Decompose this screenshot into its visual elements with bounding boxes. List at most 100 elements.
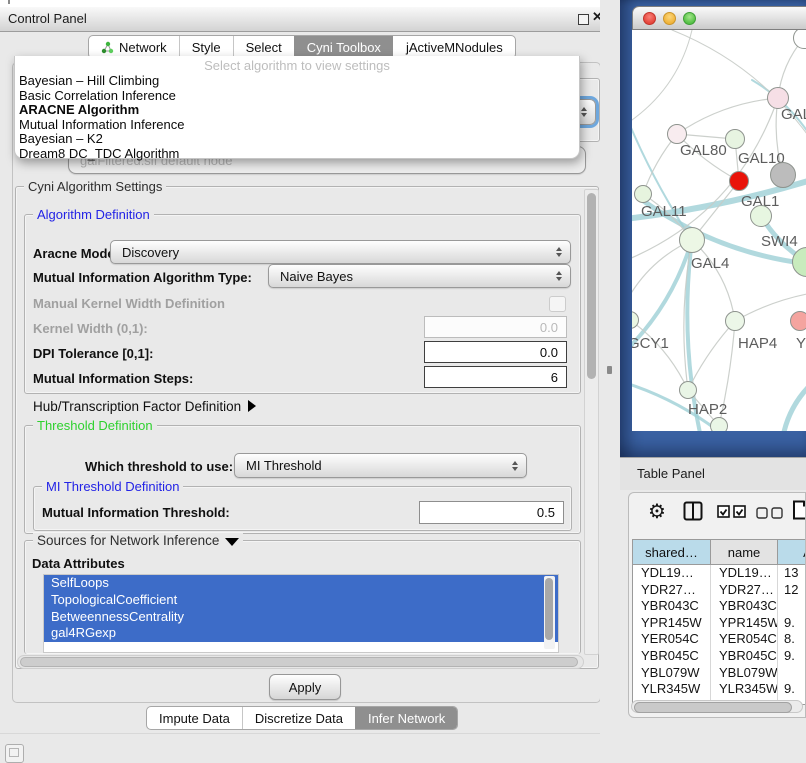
settings-horizontal-scrollbar[interactable] <box>17 655 584 669</box>
attributes-scrollbar[interactable] <box>544 576 555 649</box>
attribute-item[interactable]: BetweennessCentrality <box>44 609 558 626</box>
table-cell[interactable]: YPR145W <box>711 615 778 632</box>
sources-legend[interactable]: Sources for Network Inference <box>33 533 243 548</box>
table-cell[interactable]: YLR345W <box>633 681 711 698</box>
node-table[interactable]: shared…nameAYDL19…YDL19…13YDR27…YDR27…12… <box>632 539 806 705</box>
mi-type-combobox[interactable]: Naive Bayes <box>268 264 571 288</box>
splitter-handle[interactable] <box>607 366 612 374</box>
table-cell[interactable]: YBL079W <box>711 665 778 682</box>
table-cell[interactable]: YBL079W <box>633 665 711 682</box>
table-cell[interactable] <box>778 665 806 682</box>
zoom-traffic-light-icon[interactable] <box>683 12 696 25</box>
network-node-y[interactable] <box>790 311 806 331</box>
window-top-strip <box>0 0 620 7</box>
table-cell[interactable]: YBR045C <box>711 648 778 665</box>
table-cell[interactable]: 9. <box>778 648 806 665</box>
aracne-mode-combobox[interactable]: Discovery <box>110 240 571 264</box>
dpi-tolerance-field[interactable]: 0.0 <box>424 341 567 363</box>
node-label: SWI4 <box>761 233 798 250</box>
table-cell[interactable]: YLR345W <box>711 681 778 698</box>
network-node-gal80[interactable] <box>667 124 687 144</box>
mi-type-label: Mutual Information Algorithm Type: <box>33 270 252 285</box>
table-cell[interactable]: 8. <box>778 631 806 648</box>
table-cell[interactable]: YDL19… <box>711 565 778 582</box>
table-cell[interactable]: YER054C <box>711 631 778 648</box>
network-canvas[interactable]: GALGAL80GAL10GAL1GAL11SWI4GAL4GCY1HAP4YH… <box>632 30 806 431</box>
column-header-A[interactable]: A <box>778 540 806 565</box>
network-node-swi4[interactable] <box>750 205 772 227</box>
data-attributes-list: SelfLoopsTopologicalCoefficientBetweenne… <box>43 574 559 653</box>
network-node-gal4[interactable] <box>679 227 705 253</box>
table-cell[interactable]: YBR045C <box>633 648 711 665</box>
table-cell[interactable]: YDL19… <box>633 565 711 582</box>
screen: { "control_panel": { "title": "Control P… <box>0 0 806 762</box>
attribute-item[interactable]: TopologicalCoefficient <box>44 592 558 609</box>
checked-boxes-icon[interactable] <box>717 505 747 523</box>
attributes-scroll-thumb[interactable] <box>545 578 553 640</box>
settings-hscroll-thumb[interactable] <box>20 657 578 667</box>
close-traffic-light-icon[interactable] <box>643 12 656 25</box>
hub-definition-label: Hub/Transcription Factor Definition <box>33 399 241 414</box>
table-cell[interactable]: YBR043C <box>711 598 778 615</box>
network-node[interactable] <box>770 162 796 188</box>
kernel-width-label: Kernel Width (0,1): <box>33 321 148 336</box>
dropdown-item[interactable]: Bayesian – K2 <box>15 132 579 147</box>
table-cell[interactable] <box>778 598 806 615</box>
dpi-tolerance-label: DPI Tolerance [0,1]: <box>33 346 153 361</box>
tab-select[interactable]: Select <box>233 36 294 58</box>
gear-icon[interactable]: ⚙ <box>648 499 666 524</box>
table-cell[interactable]: YBR043C <box>633 598 711 615</box>
table-horizontal-scrollbar[interactable] <box>631 700 803 713</box>
table-cell[interactable]: 9. <box>778 615 806 632</box>
dropdown-item[interactable]: ARACNE Algorithm <box>15 103 579 118</box>
tab-discretize-data[interactable]: Discretize Data <box>242 707 355 729</box>
collapsed-panel-icon[interactable] <box>5 744 24 763</box>
sources-legend-text: Sources for Network Inference <box>37 533 219 548</box>
column-header-name[interactable]: name <box>711 540 778 565</box>
dropdown-item[interactable]: Bayesian – Hill Climbing <box>15 74 579 89</box>
network-node-gal11[interactable] <box>634 185 652 203</box>
table-cell[interactable]: 13 <box>778 565 806 582</box>
mi-steps-field[interactable]: 6 <box>424 366 567 388</box>
attribute-item[interactable]: gal4RGexp <box>44 625 558 642</box>
tab-style[interactable]: Style <box>179 36 233 58</box>
mi-threshold-field[interactable]: 0.5 <box>419 501 564 524</box>
document-icon[interactable] <box>792 500 806 525</box>
float-window-icon[interactable] <box>578 14 589 25</box>
split-columns-icon[interactable] <box>683 501 703 526</box>
column-header-shared[interactable]: shared… <box>633 540 711 565</box>
node-label: GCY1 <box>632 335 669 352</box>
table-cell[interactable]: YER054C <box>633 631 711 648</box>
table-cell[interactable]: YPR145W <box>633 615 711 632</box>
table-cell[interactable]: 12 <box>778 582 806 599</box>
which-threshold-combobox[interactable]: MI Threshold <box>234 453 527 478</box>
unchecked-boxes-icon[interactable] <box>756 506 784 524</box>
tab-infer-network[interactable]: Infer Network <box>355 707 457 729</box>
network-node-gal1[interactable] <box>729 171 749 191</box>
network-window-titlebar[interactable] <box>632 6 806 30</box>
dropdown-item[interactable]: Mutual Information Inference <box>15 118 579 133</box>
tab-jactivemnodules[interactable]: jActiveMNodules <box>393 36 515 58</box>
table-cell[interactable]: YDR27… <box>633 582 711 599</box>
network-node-hap2[interactable] <box>679 381 697 399</box>
network-node-hap4[interactable] <box>725 311 745 331</box>
dropdown-item[interactable]: Basic Correlation Inference <box>15 89 579 104</box>
hub-definition-expander[interactable]: Hub/Transcription Factor Definition <box>33 399 256 414</box>
settings-vertical-scrollbar[interactable] <box>584 189 599 655</box>
table-cell[interactable]: 9. <box>778 681 806 698</box>
settings-vscroll-thumb[interactable] <box>587 193 596 379</box>
table-cell[interactable]: YDR27… <box>711 582 778 599</box>
node-label: GAL11 <box>641 203 687 220</box>
kernel-width-field[interactable]: 0.0 <box>424 316 567 338</box>
tab-network[interactable]: Network <box>89 36 179 58</box>
network-node-gal10[interactable] <box>725 129 745 149</box>
tab-cyni-toolbox[interactable]: Cyni Toolbox <box>294 36 393 58</box>
attribute-item[interactable]: SelfLoops <box>44 575 558 592</box>
manual-kernel-checkbox[interactable] <box>549 296 566 312</box>
table-hscroll-thumb[interactable] <box>634 702 792 713</box>
tab-impute-data[interactable]: Impute Data <box>147 707 242 729</box>
network-node[interactable] <box>710 417 728 431</box>
dropdown-item[interactable]: Dream8 DC_TDC Algorithm <box>15 147 579 162</box>
minimize-traffic-light-icon[interactable] <box>663 12 676 25</box>
apply-button[interactable]: Apply <box>269 674 341 700</box>
